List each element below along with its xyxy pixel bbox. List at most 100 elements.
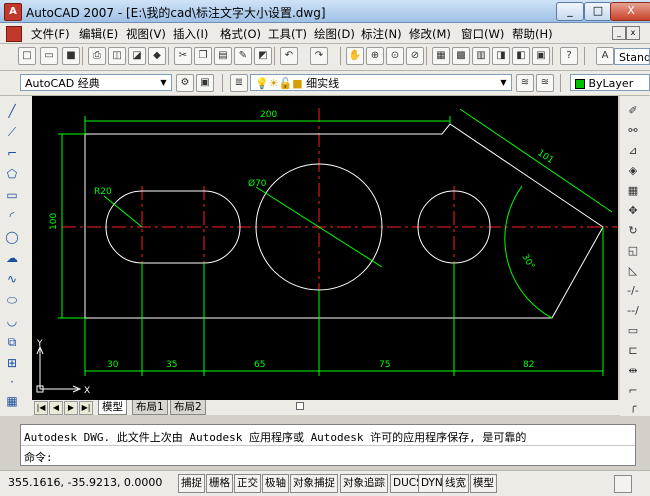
text-style-icon[interactable]: A [596, 47, 614, 65]
open-file-icon[interactable]: ▭ [40, 47, 58, 65]
workspace-combo[interactable]: AutoCAD 经典 ▼ [20, 74, 172, 91]
new-file-icon[interactable]: □ [18, 47, 36, 65]
autocad-app-icon[interactable]: A [4, 3, 22, 21]
workspace-settings-icon[interactable]: ⚙ [176, 74, 194, 92]
region-icon[interactable]: ▦ [3, 392, 21, 410]
rotate-icon[interactable]: ↻ [624, 222, 642, 240]
properties-icon[interactable]: ▦ [432, 47, 450, 65]
make-object-layer-current-icon[interactable]: ≋ [516, 74, 534, 92]
layer-manager-icon[interactable]: ≣ [230, 74, 248, 92]
3d-dwf-icon[interactable]: ◆ [148, 47, 166, 65]
horizontal-scroll-thumb[interactable] [296, 402, 304, 410]
lineweight-toggle[interactable]: 线宽 [442, 474, 469, 493]
move-icon[interactable]: ✥ [624, 202, 642, 220]
command-window[interactable]: Autodesk DWG. 此文件上次由 Autodesk 应用程序或 Auto… [20, 424, 636, 466]
menu-edit[interactable]: 编辑(E) [79, 26, 118, 42]
copy-object-icon[interactable]: ⚯ [624, 122, 642, 140]
zoom-previous-icon[interactable]: ⊘ [406, 47, 424, 65]
maximize-button[interactable]: □ [584, 2, 612, 21]
menu-draw[interactable]: 绘图(D) [314, 26, 355, 42]
mirror-icon[interactable]: ⊿ [624, 142, 642, 160]
doc-minimize-button[interactable]: _ [612, 26, 626, 40]
prev-tab-button[interactable]: ◀ [49, 401, 63, 415]
zoom-realtime-icon[interactable]: ⊕ [366, 47, 384, 65]
document-icon[interactable] [6, 26, 22, 42]
doc-close-button[interactable]: x [626, 26, 640, 40]
paste-icon[interactable]: ▤ [214, 47, 232, 65]
layer-previous-icon[interactable]: ≊ [536, 74, 554, 92]
insert-block-icon[interactable]: ⧉ [3, 333, 21, 351]
copy-icon[interactable]: ❐ [194, 47, 212, 65]
menu-modify[interactable]: 修改(M) [409, 26, 451, 42]
model-toggle[interactable]: 模型 [470, 474, 497, 493]
rectangle-icon[interactable]: ▭ [3, 186, 21, 204]
redo-icon[interactable]: ↷ [310, 47, 328, 65]
scale-icon[interactable]: ◱ [624, 242, 642, 260]
ellipse-icon[interactable]: ⬭ [3, 291, 21, 309]
menu-dimension[interactable]: 标注(N) [361, 26, 402, 42]
array-icon[interactable]: ▦ [624, 182, 642, 200]
spline-icon[interactable]: ∿ [3, 270, 21, 288]
plot-preview-icon[interactable]: ◫ [108, 47, 126, 65]
join-icon[interactable]: ⇹ [624, 362, 642, 380]
design-center-icon[interactable]: ▩ [452, 47, 470, 65]
tab-layout1[interactable]: 布局1 [132, 400, 168, 415]
menu-view[interactable]: 视图(V) [126, 26, 166, 42]
arc-icon[interactable]: ◜ [3, 207, 21, 225]
menu-help[interactable]: 帮助(H) [512, 26, 553, 42]
first-tab-button[interactable]: |◀ [34, 401, 48, 415]
cut-icon[interactable]: ✂ [174, 47, 192, 65]
grid-toggle[interactable]: 栅格 [206, 474, 233, 493]
command-prompt[interactable]: 命令: [24, 449, 53, 465]
markup-icon[interactable]: ◧ [512, 47, 530, 65]
polygon-icon[interactable]: ⬠ [3, 165, 21, 183]
layer-combo[interactable]: 💡☀🔓■ 细实线 ▼ [250, 74, 512, 91]
text-style-combo[interactable]: Stand [614, 48, 650, 65]
zoom-window-icon[interactable]: ⊙ [386, 47, 404, 65]
save-icon[interactable]: ■ [62, 47, 80, 65]
menu-file[interactable]: 文件(F) [31, 26, 70, 42]
close-button[interactable]: X [610, 2, 650, 21]
publish-icon[interactable]: ◪ [128, 47, 146, 65]
osnap-toggle[interactable]: 对象捕捉 [290, 474, 338, 493]
polar-toggle[interactable]: 极轴 [262, 474, 289, 493]
next-tab-button[interactable]: ▶ [64, 401, 78, 415]
undo-icon[interactable]: ↶ [280, 47, 298, 65]
offset-icon[interactable]: ◈ [624, 162, 642, 180]
extend-icon[interactable]: --/ [624, 302, 642, 320]
color-combo[interactable]: ByLayer [570, 74, 650, 91]
match-properties-icon[interactable]: ✎ [234, 47, 252, 65]
menu-tools[interactable]: 工具(T) [268, 26, 307, 42]
help-icon[interactable]: ? [560, 47, 578, 65]
coordinate-readout[interactable]: 355.1616, -35.9213, 0.0000 [8, 476, 162, 489]
pan-icon[interactable]: ✋ [346, 47, 364, 65]
clean-screen-icon[interactable] [614, 475, 632, 493]
quickcalc-icon[interactable]: ▣ [532, 47, 550, 65]
fillet-icon[interactable]: ╭ [624, 398, 642, 416]
revision-cloud-icon[interactable]: ☁ [3, 249, 21, 267]
save-workspace-icon[interactable]: ▣ [196, 74, 214, 92]
minimize-button[interactable]: _ [556, 2, 584, 21]
erase-icon[interactable]: ✐ [624, 102, 642, 120]
tool-palettes-icon[interactable]: ▥ [472, 47, 490, 65]
last-tab-button[interactable]: ▶| [79, 401, 93, 415]
sheet-set-icon[interactable]: ◨ [492, 47, 510, 65]
tab-model[interactable]: 模型 [98, 400, 127, 415]
ortho-toggle[interactable]: 正交 [234, 474, 261, 493]
break-at-point-icon[interactable]: ▭ [624, 322, 642, 340]
tab-layout2[interactable]: 布局2 [170, 400, 206, 415]
ellipse-arc-icon[interactable]: ◡ [3, 312, 21, 330]
menu-insert[interactable]: 插入(I) [173, 26, 208, 42]
print-icon[interactable]: ⎙ [88, 47, 106, 65]
break-icon[interactable]: ⊏ [624, 342, 642, 360]
otrack-toggle[interactable]: 对象追踪 [340, 474, 388, 493]
snap-toggle[interactable]: 捕捉 [178, 474, 205, 493]
construction-line-icon[interactable]: ⟋ [3, 123, 21, 141]
menu-format[interactable]: 格式(O) [220, 26, 261, 42]
stretch-icon[interactable]: ◺ [624, 262, 642, 280]
block-editor-icon[interactable]: ◩ [254, 47, 272, 65]
make-block-icon[interactable]: ⊞ [3, 354, 21, 372]
line-icon[interactable]: ╱ [3, 102, 21, 120]
drawing-area[interactable]: 200 100 101 R20 Ø70 30° 30 35 65 75 82 Y… [32, 96, 618, 400]
menu-window[interactable]: 窗口(W) [461, 26, 504, 42]
